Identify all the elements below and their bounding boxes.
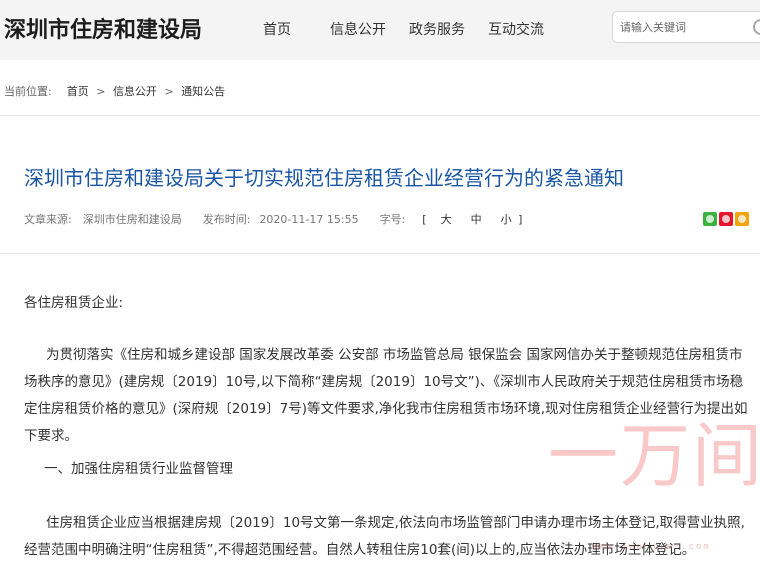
font-size-medium-button[interactable]: 中 bbox=[468, 211, 485, 227]
detail-paragraph-text: 住房租赁企业应当根据建房规〔2019〕10号文第一条规定,依法向市场监管部门申请… bbox=[24, 515, 745, 558]
section-heading: 一、加强住房租赁行业监督管理 bbox=[44, 461, 233, 477]
breadcrumb-divider bbox=[0, 115, 760, 116]
meta-divider bbox=[0, 253, 760, 254]
breadcrumb-info-disclosure[interactable]: 信息公开 bbox=[113, 83, 157, 99]
breadcrumb-separator: > bbox=[96, 85, 106, 98]
font-size-bracket-close: ] bbox=[518, 213, 523, 226]
font-size-large-button[interactable]: 大 bbox=[438, 211, 455, 227]
breadcrumb-home[interactable]: 首页 bbox=[67, 83, 89, 99]
nav-info-disclosure[interactable]: 信息公开 bbox=[330, 19, 386, 39]
salutation: 各住房租赁企业: bbox=[24, 295, 124, 311]
font-size-bracket-open: [ bbox=[422, 213, 427, 226]
search-input[interactable] bbox=[613, 12, 743, 42]
detail-paragraph: 住房租赁企业应当根据建房规〔2019〕10号文第一条规定,依法向市场监管部门申请… bbox=[24, 510, 754, 564]
qzone-share-icon[interactable] bbox=[735, 212, 749, 226]
body-paragraph-text: 为贯彻落实《住房和城乡建设部 国家发展改革委 公安部 市场监管总局 银保监会 国… bbox=[24, 347, 748, 444]
body-paragraph: 为贯彻落实《住房和城乡建设部 国家发展改革委 公安部 市场监管总局 银保监会 国… bbox=[24, 342, 752, 450]
nav-home[interactable]: 首页 bbox=[263, 19, 291, 39]
publish-time: 2020-11-17 15:55 bbox=[259, 213, 359, 226]
wechat-share-icon[interactable] bbox=[703, 212, 717, 226]
nav-government-services[interactable]: 政务服务 bbox=[409, 19, 465, 39]
font-size-small-button[interactable]: 小 bbox=[498, 211, 515, 227]
font-size-label: 字号: bbox=[379, 213, 406, 226]
nav-interaction[interactable]: 互动交流 bbox=[488, 19, 544, 39]
article-source: 深圳市住房和建设局 bbox=[82, 213, 182, 226]
search-box bbox=[612, 11, 760, 43]
article-meta: 文章来源: 深圳市住房和建设局 发布时间: 2020-11-17 15:55 字… bbox=[24, 211, 522, 227]
site-header: 深圳市住房和建设局 首页 信息公开 政务服务 互动交流 bbox=[0, 0, 760, 60]
source-label: 文章来源: bbox=[24, 213, 72, 226]
breadcrumb-separator: > bbox=[164, 85, 174, 98]
time-label: 发布时间: bbox=[202, 213, 251, 226]
breadcrumb-notices[interactable]: 通知公告 bbox=[181, 83, 225, 99]
breadcrumb: 当前位置: 首页 > 信息公开 > 通知公告 bbox=[4, 83, 225, 99]
search-icon[interactable] bbox=[753, 19, 760, 35]
weibo-share-icon[interactable] bbox=[719, 212, 733, 226]
breadcrumb-prefix: 当前位置: bbox=[4, 85, 52, 98]
article-title: 深圳市住房和建设局关于切实规范住房租赁企业经营行为的紧急通知 bbox=[24, 166, 624, 190]
site-logo[interactable]: 深圳市住房和建设局 bbox=[4, 12, 202, 44]
